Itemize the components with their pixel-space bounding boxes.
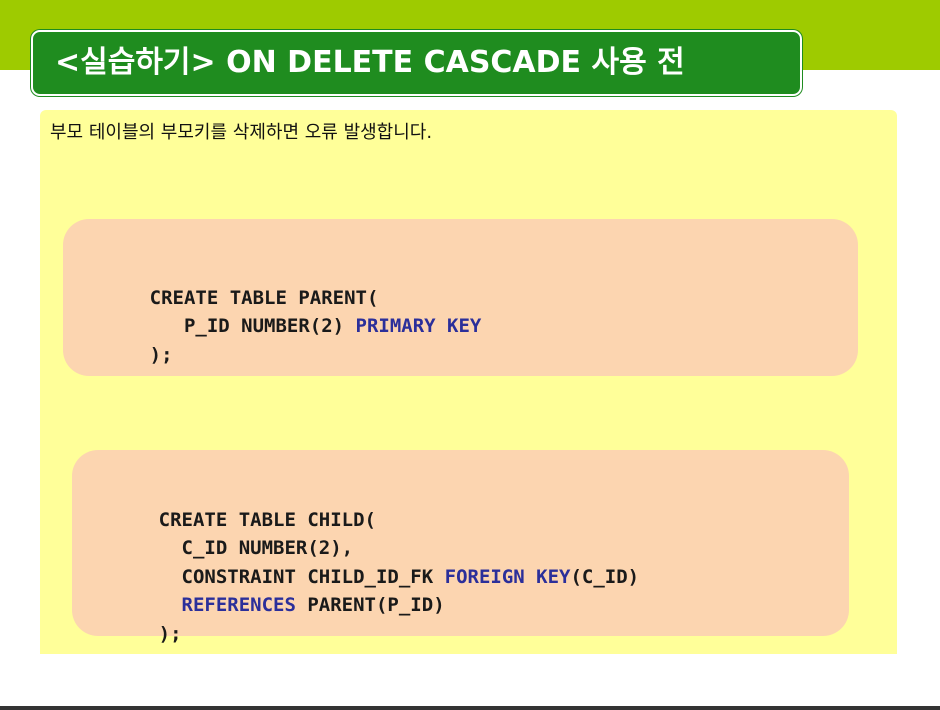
code-text: CREATE TABLE PARENT(: [149, 286, 379, 309]
code-keyword: REFERENCES: [181, 594, 296, 616]
parent-table-code-block: CREATE TABLE PARENT( P_ID NUMBER(2) PRIM…: [63, 219, 858, 376]
code-text: CONSTRAINT CHILD_ID_FK: [158, 565, 445, 588]
content-panel: 부모 테이블의 부모키를 삭제하면 오류 발생합니다. CREATE TABLE…: [40, 110, 897, 654]
code-text: C_ID NUMBER(2),: [158, 537, 354, 559]
code-text: P_ID NUMBER(2): [149, 315, 356, 337]
child-table-code-block: CREATE TABLE CHILD( C_ID NUMBER(2), CONS…: [72, 450, 849, 645]
code-text: CREATE TABLE CHILD(: [158, 508, 376, 531]
code-line: CREATE TABLE CHILD(: [90, 477, 849, 531]
code-text: );: [158, 622, 182, 645]
code-text: (C_ID): [570, 565, 640, 588]
slide-title-text: <실습하기> ON DELETE CASCADE 사용 전: [55, 45, 685, 80]
intro-text: 부모 테이블의 부모키를 삭제하면 오류 발생합니다.: [50, 122, 433, 143]
code-text: );: [149, 343, 173, 366]
slide-title: <실습하기> ON DELETE CASCADE 사용 전: [31, 30, 802, 96]
code-keyword: PRIMARY KEY: [355, 315, 482, 337]
code-line: CREATE TABLE PARENT(: [81, 255, 858, 309]
code-keyword: FOREIGN KEY: [444, 565, 571, 588]
bottom-border: [0, 706, 940, 710]
code-text: PARENT(P_ID): [295, 594, 445, 616]
